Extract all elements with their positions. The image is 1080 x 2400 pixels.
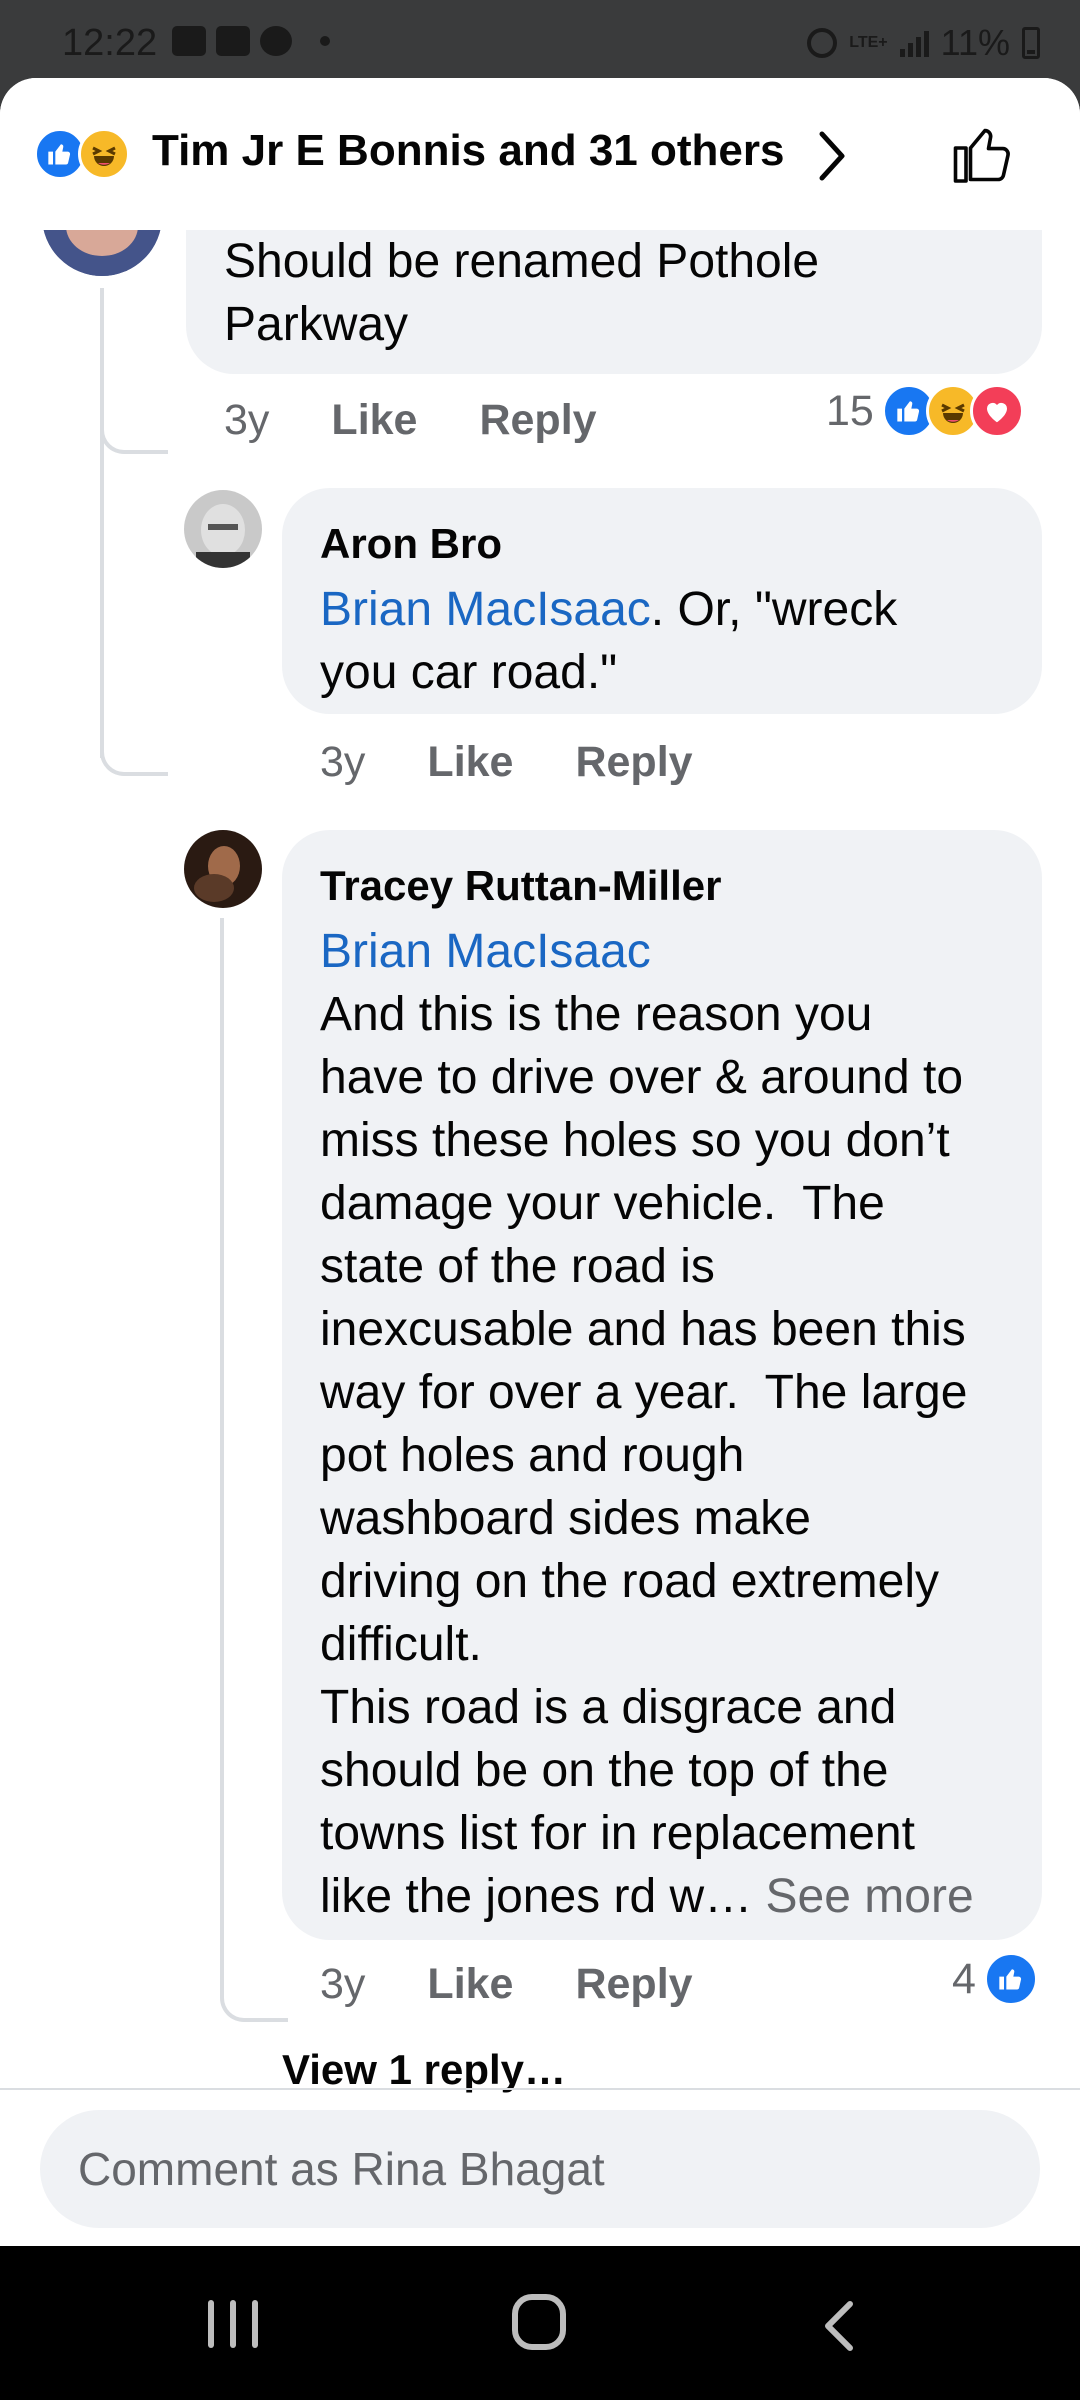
thread-line-tracey: [220, 918, 288, 2022]
comment-text-part: you car road.": [320, 646, 618, 699]
chrome-icon: [260, 26, 292, 56]
alarm-icon: [807, 28, 838, 58]
comment-text-line: should be on the top of the: [320, 1744, 889, 1797]
comment-text-line: driving on the road extremely: [320, 1555, 939, 1608]
comment-text-part: . Or, "wreck: [650, 583, 898, 636]
comment-text-line: And this is the reason you: [320, 988, 873, 1041]
chevron-right-icon[interactable]: [812, 126, 852, 191]
signal-icon: [899, 29, 929, 57]
reactions-header[interactable]: Tim Jr E Bonnis and 31 others: [0, 78, 1080, 230]
network-type: LTE+: [849, 34, 888, 51]
gallery-icon: [172, 26, 206, 56]
comment-text-line: way for over a year. The large: [320, 1366, 968, 1419]
back-icon[interactable]: [822, 2300, 858, 2357]
like-button[interactable]: Like: [331, 396, 417, 445]
like-reaction-icon: [983, 1952, 1038, 2006]
reaction-summary[interactable]: 15: [826, 384, 1024, 438]
status-bar: 12:22 LTE+ 11%: [0, 0, 1080, 78]
comments-sheet: Should be renamed Pothole Parkway 3y Lik…: [0, 78, 1080, 2246]
comment-text-line: damage your vehicle. The: [320, 1177, 885, 1230]
recent-apps-icon[interactable]: [208, 2300, 258, 2348]
comment-actions: 3y Like Reply: [320, 738, 755, 787]
notification-icons: [172, 26, 330, 56]
reactors-title[interactable]: Tim Jr E Bonnis and 31 others: [152, 126, 784, 176]
comment-text-line: Should be renamed Pothole: [224, 235, 820, 288]
reply-button[interactable]: Reply: [575, 1960, 692, 2009]
comment-text-line: difficult.: [320, 1618, 482, 1671]
like-button[interactable]: Like: [427, 738, 513, 787]
view-replies-link[interactable]: View 1 reply…: [282, 2046, 566, 2094]
comment-text: Brian MacIsaac And this is the reason yo…: [320, 920, 1004, 1928]
comment-text-line: miss these holes so you don’t: [320, 1114, 950, 1167]
system-nav-bar: [0, 2246, 1080, 2400]
header-reactions: [34, 128, 130, 180]
comment-time: 3y: [320, 1960, 366, 2008]
reaction-summary[interactable]: 4: [952, 1952, 1038, 2006]
thread-branch-1: [100, 400, 168, 454]
battery-icon: [1022, 27, 1040, 59]
comment-text: Brian MacIsaac. Or, "wreck you car road.…: [320, 578, 1004, 704]
comment-time: 3y: [320, 738, 366, 786]
reaction-count: 15: [826, 386, 874, 435]
comment-text: Should be renamed Pothole Parkway: [224, 230, 1024, 356]
comment-text-line: washboard sides make: [320, 1492, 811, 1545]
home-icon[interactable]: [512, 2294, 566, 2350]
reaction-count: 4: [952, 1954, 976, 2003]
comment-bubble-aron-bro[interactable]: Aron Bro Brian MacIsaac. Or, "wreck you …: [282, 488, 1042, 714]
thread-branch-2: [100, 722, 168, 776]
comment-text-line: inexcusable and has been this: [320, 1303, 966, 1356]
battery-percent: 11%: [940, 22, 1010, 63]
see-more-link[interactable]: See more: [766, 1870, 974, 1923]
comment-text-line: towns list for in replacement: [320, 1807, 915, 1860]
comment-text-line: like the jones rd w… See more: [320, 1865, 1004, 1928]
reply-button[interactable]: Reply: [575, 738, 692, 787]
like-button[interactable]: Like: [427, 1960, 513, 2009]
more-notifications-icon: [320, 36, 330, 46]
comment-text-line: This road is a disgrace and: [320, 1681, 897, 1734]
comment-input-placeholder: Comment as Rina Bhagat: [78, 2143, 605, 2195]
avatar-tracey-ruttan-miller[interactable]: [184, 830, 262, 908]
reply-button[interactable]: Reply: [479, 396, 596, 445]
thumbs-up-icon[interactable]: [948, 118, 1020, 195]
haha-reaction-icon: [78, 128, 130, 180]
comment-text-line: have to drive over & around to: [320, 1051, 964, 1104]
comment-text-line: pot holes and rough: [320, 1429, 745, 1482]
comments-list[interactable]: Should be renamed Pothole Parkway 3y Lik…: [0, 78, 1080, 2093]
comment-bubble-tracey[interactable]: Tracey Ruttan-Miller Brian MacIsaac And …: [282, 830, 1042, 1940]
thread-line-main: [100, 288, 104, 758]
comment-author[interactable]: Tracey Ruttan-Miller: [320, 858, 1004, 914]
comment-actions: 3y Like Reply: [224, 396, 659, 445]
status-right: LTE+ 11%: [807, 22, 1040, 64]
mention-link[interactable]: Brian MacIsaac: [320, 583, 651, 636]
comment-input[interactable]: Comment as Rina Bhagat: [40, 2110, 1040, 2228]
comment-text-part: like the jones rd w…: [320, 1870, 753, 1923]
status-time: 12:22: [62, 22, 158, 64]
comment-actions: 3y Like Reply: [320, 1960, 755, 2009]
comment-time: 3y: [224, 396, 270, 444]
mention-link[interactable]: Brian MacIsaac: [320, 920, 1004, 983]
youtube-icon: [216, 26, 250, 56]
love-reaction-icon: [969, 384, 1024, 438]
comment-text-line: state of the road is: [320, 1240, 715, 1293]
comment-text-line: Parkway: [224, 298, 409, 351]
composer-divider: [0, 2088, 1080, 2090]
comment-author[interactable]: Aron Bro: [320, 516, 1004, 572]
avatar-aron-bro[interactable]: [184, 490, 262, 568]
